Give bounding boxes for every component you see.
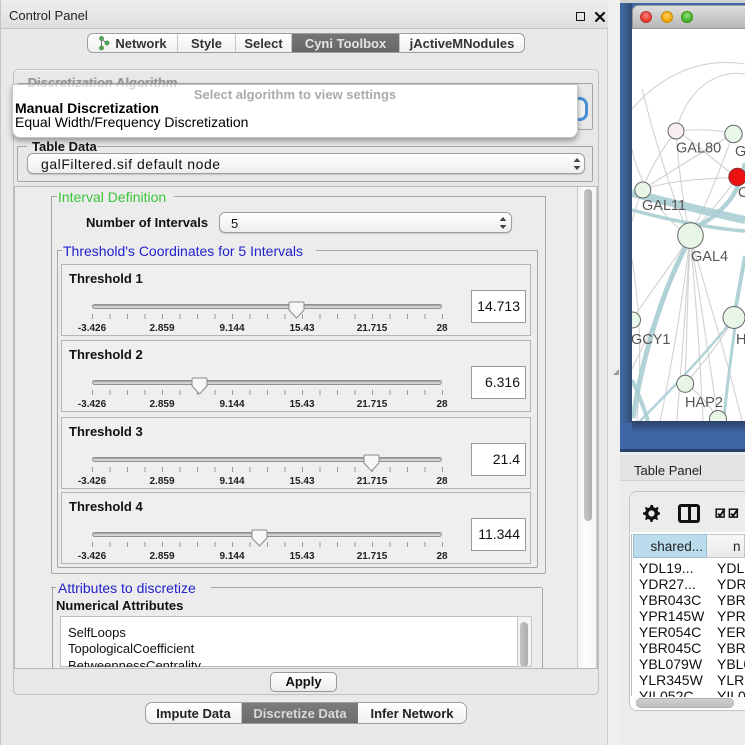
svg-text:GA: GA [735,144,745,160]
svg-text:GAL80: GAL80 [676,141,721,157]
svg-text:GCY1: GCY1 [632,332,671,348]
svg-text:C: C [738,185,745,201]
svg-text:H: H [736,332,745,348]
svg-text:GAL4: GAL4 [691,249,728,265]
svg-text:HAP2: HAP2 [685,395,723,411]
svg-text:GAL11: GAL11 [642,198,686,214]
